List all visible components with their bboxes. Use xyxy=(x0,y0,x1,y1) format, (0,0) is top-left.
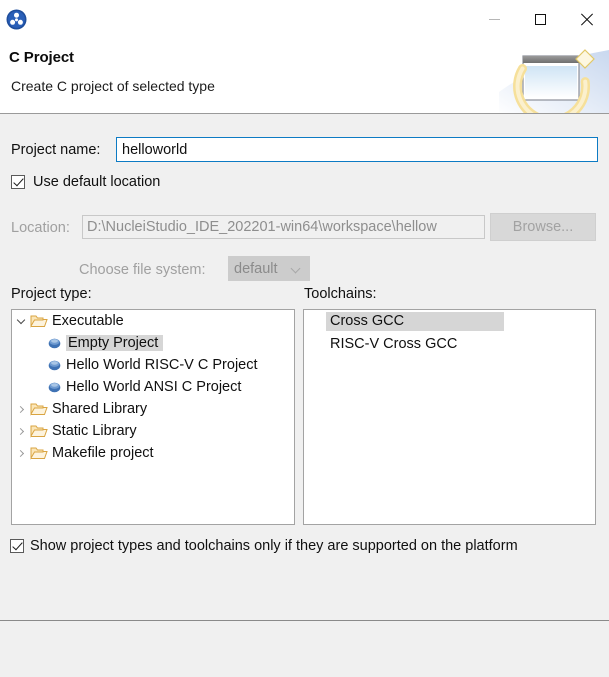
open-folder-icon xyxy=(30,403,48,416)
chevron-right-icon[interactable] xyxy=(12,398,30,420)
project-type-tree[interactable]: Executable Empty Project Hello World RISC-… xyxy=(11,309,295,525)
toolchains-list[interactable]: Cross GCC RISC-V Cross GCC xyxy=(303,309,596,525)
title-bar xyxy=(0,0,609,38)
maximize-icon xyxy=(534,13,546,25)
browse-button[interactable]: Browse... xyxy=(490,213,596,241)
checkbox-icon xyxy=(11,175,25,189)
show-supported-only-checkbox[interactable]: Show project types and toolchains only i… xyxy=(10,538,518,554)
nuclei-studio-icon xyxy=(6,9,27,30)
location-label: Location: xyxy=(11,220,70,236)
chevron-right-icon[interactable] xyxy=(12,420,30,442)
tree-item-hello-world-ansi-c-project[interactable]: Hello World ANSI C Project xyxy=(12,376,294,398)
wizard-header: C Project Create C project of selected t… xyxy=(0,38,609,114)
chevron-down-icon xyxy=(290,263,301,274)
tree-item-label: Empty Project xyxy=(66,335,164,351)
blue-sphere-icon xyxy=(48,360,61,370)
tree-item-hello-world-risc-v-c-project[interactable]: Hello World RISC-V C Project xyxy=(12,354,294,376)
tree-item-empty-project[interactable]: Empty Project xyxy=(12,332,294,354)
new-project-wizard-banner-icon xyxy=(499,49,609,113)
toolchain-item-cross-gcc[interactable]: Cross GCC xyxy=(304,310,595,333)
tree-item-makefile-project[interactable]: Makefile project xyxy=(12,442,294,464)
tree-item-label: Makefile project xyxy=(52,445,154,461)
chevron-down-icon[interactable] xyxy=(12,310,30,332)
toolchain-item-label: Cross GCC xyxy=(326,312,505,331)
file-system-selected-value: default xyxy=(234,260,278,277)
toolchain-item-label: RISC-V Cross GCC xyxy=(330,336,458,352)
tree-item-static-library[interactable]: Static Library xyxy=(12,420,294,442)
close-button[interactable] xyxy=(563,0,609,38)
wizard-body: Project name: Use default location Locat… xyxy=(0,115,609,620)
tree-item-label: Shared Library xyxy=(52,401,148,417)
blue-sphere-icon xyxy=(48,338,61,348)
location-input[interactable] xyxy=(82,215,485,239)
tree-item-executable[interactable]: Executable xyxy=(12,310,294,332)
tree-item-label: Static Library xyxy=(52,423,137,439)
tree-item-shared-library[interactable]: Shared Library xyxy=(12,398,294,420)
project-name-label: Project name: xyxy=(11,142,101,158)
checkbox-icon xyxy=(10,539,24,553)
minimize-button[interactable] xyxy=(471,0,517,38)
window-controls xyxy=(471,0,609,38)
page-description: Create C project of selected type xyxy=(11,78,215,94)
show-supported-only-label: Show project types and toolchains only i… xyxy=(30,538,518,554)
choose-file-system-label: Choose file system: xyxy=(79,262,206,278)
c-project-wizard-dialog: C Project Create C project of selected t… xyxy=(0,0,609,677)
file-system-select[interactable]: default xyxy=(228,256,310,281)
chevron-right-icon[interactable] xyxy=(12,442,30,464)
project-type-label: Project type: xyxy=(11,286,92,302)
tree-item-label: Hello World ANSI C Project xyxy=(66,379,242,395)
toolchain-item-risc-v-cross-gcc[interactable]: RISC-V Cross GCC xyxy=(304,333,595,356)
page-title: C Project xyxy=(9,49,74,66)
dialog-footer: ? < Back Next > Finish Cancel xyxy=(0,620,609,677)
open-folder-icon xyxy=(30,447,48,460)
open-folder-icon xyxy=(30,425,48,438)
project-name-input[interactable] xyxy=(116,137,598,162)
tree-item-label: Executable xyxy=(52,313,124,329)
use-default-location-checkbox[interactable]: Use default location xyxy=(11,174,160,190)
toolchains-label: Toolchains: xyxy=(304,286,377,302)
blue-sphere-icon xyxy=(48,382,61,392)
open-folder-icon xyxy=(30,315,48,328)
maximize-button[interactable] xyxy=(517,0,563,38)
close-icon xyxy=(580,13,593,26)
tree-item-label: Hello World RISC-V C Project xyxy=(66,357,258,373)
use-default-location-label: Use default location xyxy=(33,174,161,190)
minimize-icon xyxy=(488,18,500,20)
